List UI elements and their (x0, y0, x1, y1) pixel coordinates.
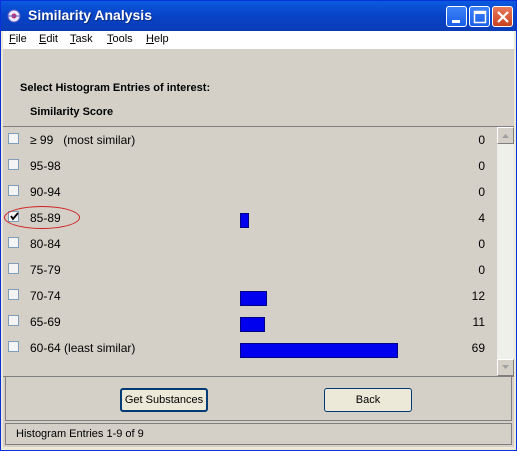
histogram-row: 70-74 12 (3, 284, 495, 310)
row-label: ≥ 99 (most similar) (30, 133, 136, 147)
histogram-row: 75-79 0 (3, 258, 495, 284)
column-header: Similarity Score (30, 106, 114, 118)
row-count: 0 (478, 159, 485, 173)
row-label: 65-69 (30, 315, 61, 329)
main-panel: Select Histogram Entries of interest: Si… (3, 49, 514, 447)
row-checkbox[interactable] (8, 159, 19, 170)
title-bar[interactable]: Similarity Analysis (1, 1, 516, 31)
histogram-bar (240, 291, 267, 306)
close-icon (497, 11, 509, 23)
scroll-up-button[interactable] (497, 127, 514, 144)
row-checkbox[interactable] (8, 289, 19, 300)
row-count: 69 (471, 341, 485, 355)
checkmark-icon (10, 212, 19, 221)
histogram-list: ≥ 99 (most similar) 0 95-98 0 90-94 0 85-89 4 80… (3, 126, 514, 377)
row-label: 60-64 (least similar) (30, 341, 136, 355)
row-count: 12 (471, 289, 485, 303)
row-checkbox[interactable] (8, 341, 19, 352)
row-count: 11 (472, 315, 485, 329)
maximize-icon (473, 10, 487, 24)
histogram-bar (240, 213, 249, 228)
row-label: 70-74 (30, 289, 61, 303)
histogram-row: 95-98 0 (3, 154, 495, 180)
status-bar: Histogram Entries 1-9 of 9 (5, 423, 512, 445)
menu-bar: File Edit Task Tools Help (3, 31, 514, 49)
row-count: 0 (478, 133, 485, 147)
histogram-bar (240, 317, 265, 332)
similarity-analysis-window: Similarity Analysis File Edit Task Tools… (0, 0, 517, 451)
scroll-down-button[interactable] (497, 359, 514, 376)
histogram-row: 80-84 0 (3, 232, 495, 258)
row-label: 90-94 (30, 185, 61, 199)
histogram-bar (240, 343, 398, 358)
menu-file[interactable]: File (9, 33, 27, 45)
arrow-up-icon (502, 134, 509, 138)
minimize-icon (452, 20, 460, 23)
row-checkbox[interactable] (8, 237, 19, 248)
row-count: 0 (478, 185, 485, 199)
row-checkbox[interactable] (8, 211, 19, 222)
row-label: 85-89 (30, 211, 61, 225)
minimize-button[interactable] (446, 6, 467, 27)
window-title: Similarity Analysis (28, 7, 152, 23)
row-checkbox[interactable] (8, 263, 19, 274)
back-button[interactable]: Back (324, 388, 412, 412)
histogram-row: 60-64 (least similar) 69 (3, 336, 495, 362)
menu-tools[interactable]: Tools (107, 33, 133, 45)
histogram-row: 90-94 0 (3, 180, 495, 206)
maximize-button[interactable] (469, 6, 490, 27)
histogram-row: ≥ 99 (most similar) 0 (3, 128, 495, 154)
menu-task[interactable]: Task (70, 33, 93, 45)
instruction-heading: Select Histogram Entries of interest: (20, 82, 211, 94)
close-button[interactable] (492, 6, 513, 27)
button-area: Get Substances Back (5, 376, 512, 421)
arrow-down-icon (502, 365, 509, 369)
row-count: 0 (478, 237, 485, 251)
row-label: 95-98 (30, 159, 61, 173)
get-substances-button[interactable]: Get Substances (120, 388, 208, 412)
status-text: Histogram Entries 1-9 of 9 (16, 428, 144, 440)
row-label: 80-84 (30, 237, 61, 251)
menu-help[interactable]: Help (146, 33, 169, 45)
vertical-scrollbar[interactable] (497, 127, 514, 376)
row-count: 4 (478, 211, 485, 225)
menu-edit[interactable]: Edit (39, 33, 58, 45)
histogram-row: 65-69 11 (3, 310, 495, 336)
histogram-row: 85-89 4 (3, 206, 495, 232)
app-icon (7, 9, 21, 23)
row-label: 75-79 (30, 263, 61, 277)
row-count: 0 (478, 263, 485, 277)
row-checkbox[interactable] (8, 133, 19, 144)
row-checkbox[interactable] (8, 185, 19, 196)
row-checkbox[interactable] (8, 315, 19, 326)
